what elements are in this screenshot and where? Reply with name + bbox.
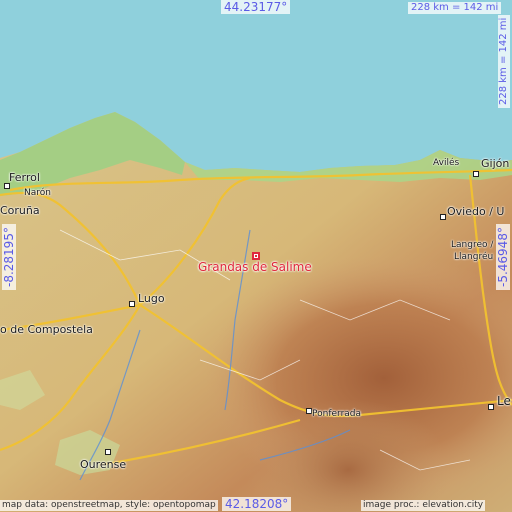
- right-longitude-label: -5.46948°: [496, 224, 510, 290]
- image-attribution: image proc.: elevation.city: [361, 500, 486, 511]
- location-marker[interactable]: [252, 252, 260, 260]
- gijon-dot: [473, 171, 479, 177]
- city-langreo: Langreo /: [451, 240, 494, 250]
- city-leon: Le: [497, 394, 511, 408]
- city-coruna: Coruña: [0, 204, 40, 217]
- place-name: Grandas de Salime: [198, 260, 312, 274]
- right-scale-label: 228 km = 142 mi: [498, 14, 510, 108]
- city-lugo: Lugo: [138, 292, 165, 305]
- oviedo-dot: [440, 214, 446, 220]
- city-oviedo: Oviedo / U: [447, 205, 505, 218]
- city-ourense: Ourense: [80, 458, 127, 471]
- left-longitude-label: -8.28195°: [2, 224, 16, 290]
- ourense-dot: [105, 449, 111, 455]
- city-gijon: Gijón: [481, 157, 510, 170]
- city-ponferrada: Ponferrada: [312, 409, 362, 419]
- lugo-dot: [129, 301, 135, 307]
- city-ferrol: Ferrol: [9, 171, 40, 184]
- top-latitude-label: 44.23177°: [221, 0, 291, 14]
- bottom-latitude-label: 42.18208°: [222, 497, 292, 511]
- city-aviles: Avilés: [433, 158, 460, 168]
- city-langreu: Llangréu: [454, 252, 494, 262]
- city-naron: Narón: [24, 188, 51, 198]
- top-scale-label: 228 km = 142 mi: [408, 2, 502, 14]
- leon-dot: [488, 404, 494, 410]
- map-attribution: map data: openstreetmap, style: opentopo…: [0, 500, 218, 511]
- city-compostela: o de Compostela: [0, 323, 93, 336]
- topographic-map[interactable]: 44.23177° 228 km = 142 mi 228 km = 142 m…: [0, 0, 512, 512]
